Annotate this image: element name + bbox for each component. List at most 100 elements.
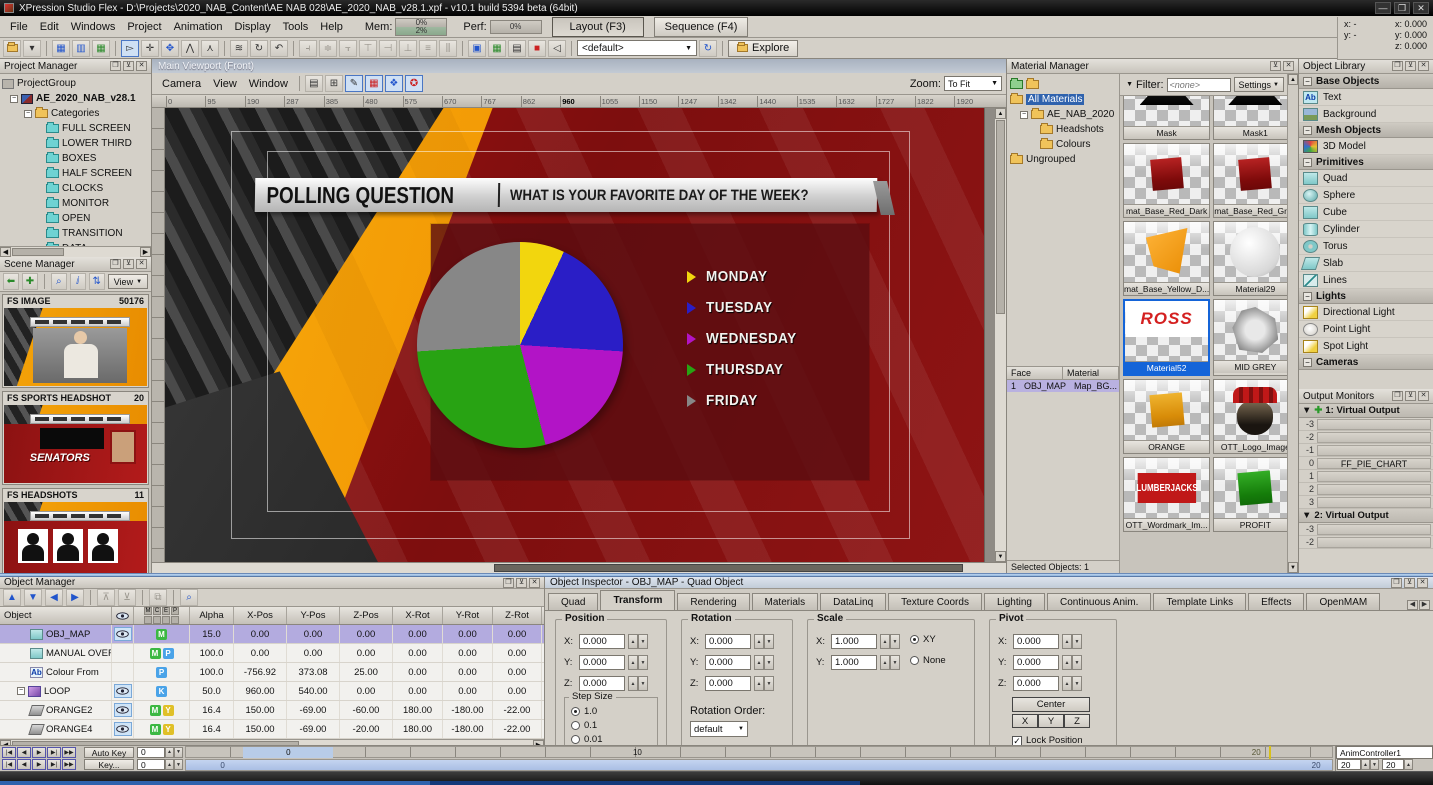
jump-start-icon[interactable]: |◀ bbox=[2, 759, 16, 770]
save-icon[interactable]: ▦ bbox=[52, 40, 70, 57]
viewport-menu-view[interactable]: View bbox=[207, 76, 243, 92]
align-right-icon[interactable]: ⫟ bbox=[339, 40, 357, 57]
value-cell[interactable]: 100.0 bbox=[190, 644, 234, 662]
output-row[interactable]: -2 bbox=[1299, 431, 1433, 444]
library-section-cameras[interactable]: −Cameras bbox=[1299, 355, 1433, 370]
library-item-3d-model[interactable]: 3D Model bbox=[1299, 138, 1433, 155]
value-cell[interactable]: 15.0 bbox=[190, 625, 234, 643]
output-group-header[interactable]: ▼2: Virtual Output bbox=[1299, 509, 1433, 523]
snap-icon[interactable]: ≋ bbox=[230, 40, 248, 57]
material-thumbnail[interactable]: MID GREY bbox=[1213, 299, 1287, 376]
collapse-all-icon[interactable]: ⊻ bbox=[118, 589, 136, 606]
anim-controller-dropdown[interactable]: AnimController1 bbox=[1336, 746, 1433, 759]
collapse-icon[interactable]: − bbox=[10, 95, 18, 103]
panel-close-icon[interactable]: ✕ bbox=[1418, 61, 1429, 71]
step-size-option[interactable]: 0.01 bbox=[571, 734, 651, 745]
play-icon[interactable]: ▶ bbox=[32, 747, 46, 758]
redo-icon[interactable]: ↻ bbox=[250, 40, 268, 57]
tab-scroll-left-icon[interactable]: ◀ bbox=[1407, 600, 1418, 610]
collapse-icon[interactable]: − bbox=[1303, 292, 1312, 301]
distribute-v-icon[interactable]: ⫼ bbox=[439, 40, 457, 57]
tree-item-lower-third[interactable]: LOWER THIRD bbox=[2, 136, 151, 151]
viewport-menu-camera[interactable]: Camera bbox=[156, 76, 207, 92]
collapse-icon[interactable]: − bbox=[1303, 126, 1312, 135]
output-row[interactable]: -3 bbox=[1299, 418, 1433, 431]
step-forward-icon[interactable]: ▶| bbox=[47, 747, 61, 758]
output-slot[interactable] bbox=[1317, 419, 1431, 430]
value-cell[interactable]: 16.4 bbox=[190, 720, 234, 738]
lock-position-checkbox[interactable]: ✓Lock Position bbox=[1012, 735, 1108, 745]
timeline-ruler[interactable]: 0 10 20 bbox=[185, 746, 1333, 758]
value-cell[interactable]: 0.00 bbox=[234, 625, 287, 643]
menu-project[interactable]: Project bbox=[121, 19, 167, 35]
value-cell[interactable]: 0.00 bbox=[340, 625, 393, 643]
value-cell[interactable]: -60.00 bbox=[340, 701, 393, 719]
texture-toggle-icon[interactable]: ▦ bbox=[365, 75, 383, 92]
step-forward-icon[interactable]: ▶| bbox=[47, 759, 61, 770]
tab-continuous-anim-[interactable]: Continuous Anim. bbox=[1047, 593, 1151, 610]
zoom-dropdown[interactable]: To Fit ▼ bbox=[944, 76, 1002, 91]
monitor-icon[interactable]: ▤ bbox=[508, 40, 526, 57]
panel-close-icon[interactable]: ✕ bbox=[1283, 61, 1294, 71]
spin-down-icon[interactable]: ▼ bbox=[1072, 634, 1082, 649]
material-thumbnail[interactable]: PROFIT bbox=[1213, 457, 1287, 532]
spin-down-icon[interactable]: ▼ bbox=[890, 655, 900, 670]
output-row[interactable]: 2 bbox=[1299, 483, 1433, 496]
scene-thumbnail[interactable] bbox=[4, 308, 147, 386]
move-tool-icon[interactable]: ✛ bbox=[141, 40, 159, 57]
badges-column-header[interactable]: MCEP bbox=[134, 607, 190, 624]
panel-restore-icon[interactable]: ❐ bbox=[110, 259, 121, 269]
value-field[interactable]: 0.000 bbox=[579, 676, 625, 691]
jump-start-icon[interactable]: |◀ bbox=[2, 747, 16, 758]
align-left-icon[interactable]: ⫞ bbox=[299, 40, 317, 57]
material-tree-item-colours[interactable]: Colours bbox=[1010, 137, 1119, 152]
tab-effects[interactable]: Effects bbox=[1248, 593, 1304, 610]
auto-key-button[interactable]: Auto Key bbox=[84, 747, 134, 758]
value-cell[interactable]: 373.08 bbox=[287, 663, 340, 681]
value-cell[interactable]: 0.00 bbox=[393, 625, 443, 643]
output-slot[interactable] bbox=[1317, 497, 1431, 508]
library-item-torus[interactable]: Torus bbox=[1299, 238, 1433, 255]
output-slot[interactable] bbox=[1317, 432, 1431, 443]
library-item-directional-light[interactable]: Directional Light bbox=[1299, 304, 1433, 321]
value-cell[interactable]: -756.92 bbox=[234, 663, 287, 681]
panel-restore-icon[interactable]: ❐ bbox=[1391, 578, 1402, 588]
library-section-mesh-objects[interactable]: −Mesh Objects bbox=[1299, 123, 1433, 138]
pivot-axis-button-y[interactable]: Y bbox=[1038, 714, 1064, 728]
value-cell[interactable]: 0.00 bbox=[443, 644, 493, 662]
spin-down-icon[interactable]: ▼ bbox=[890, 634, 900, 649]
spin-up-icon[interactable]: ▲ bbox=[1062, 634, 1072, 649]
face-table-row[interactable]: 1 OBJ_MAP Map_BG... bbox=[1007, 380, 1119, 392]
sequence-button[interactable]: Sequence (F4) bbox=[654, 17, 749, 37]
value-cell[interactable]: 0.00 bbox=[340, 682, 393, 700]
viewport-vscrollbar[interactable]: ▲▼ bbox=[995, 108, 1006, 562]
object-row[interactable]: ORANGE2MY16.4150.00-69.00-60.00180.00-18… bbox=[0, 701, 544, 720]
value-cell[interactable]: 540.00 bbox=[287, 682, 340, 700]
value-cell[interactable]: 0.00 bbox=[493, 625, 542, 643]
value-field[interactable]: 0.000 bbox=[1013, 634, 1059, 649]
object-row[interactable]: ORANGE4MY16.4150.00-69.00-20.00180.00-18… bbox=[0, 720, 544, 739]
timeline-marker[interactable]: 0 bbox=[243, 747, 333, 758]
value-cell[interactable]: 150.00 bbox=[234, 701, 287, 719]
material-tree-new-icon[interactable] bbox=[1010, 77, 1119, 92]
output-row[interactable]: 3 bbox=[1299, 496, 1433, 509]
scene-sort-icon[interactable]: ⇅ bbox=[89, 273, 105, 290]
collapse-icon[interactable]: − bbox=[1303, 77, 1312, 86]
panel-pin-icon[interactable]: ⊻ bbox=[123, 61, 134, 71]
viewport-hscrollbar[interactable] bbox=[152, 562, 1006, 573]
output-group-header[interactable]: ▼✚1: Virtual Output bbox=[1299, 404, 1433, 418]
spin-up-icon[interactable]: ▲ bbox=[1062, 676, 1072, 691]
spin-down-icon[interactable]: ▼ bbox=[764, 634, 774, 649]
align-center-h-icon[interactable]: ≑ bbox=[319, 40, 337, 57]
pivot-axis-button-x[interactable]: X bbox=[1012, 714, 1038, 728]
controller-spinner-a[interactable]: 20 ▲▼ bbox=[1337, 759, 1379, 771]
radio-icon[interactable] bbox=[571, 721, 580, 730]
step-size-option[interactable]: 0.1 bbox=[571, 720, 651, 731]
visibility-cell[interactable] bbox=[112, 701, 134, 719]
value-field[interactable]: 1.000 bbox=[831, 655, 877, 670]
output-slot[interactable] bbox=[1317, 537, 1431, 548]
tab-quad[interactable]: Quad bbox=[548, 593, 598, 610]
material-thumbnail[interactable]: ROSSMaterial52 bbox=[1123, 299, 1210, 376]
framebuffer-icon[interactable]: ▣ bbox=[468, 40, 486, 57]
material-thumbnail[interactable]: Mask1 bbox=[1213, 96, 1287, 140]
